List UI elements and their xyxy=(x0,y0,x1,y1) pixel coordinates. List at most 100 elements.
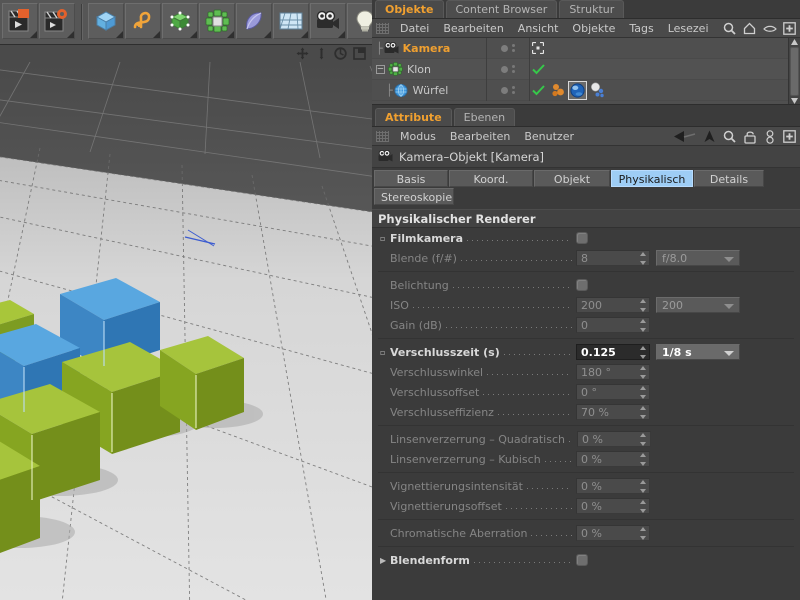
table-row[interactable]: ├ Kamera xyxy=(372,38,800,59)
spinner-icon[interactable] xyxy=(639,346,646,359)
tab-struktur[interactable]: Struktur xyxy=(559,0,625,18)
editor-visibility-dot[interactable] xyxy=(501,86,508,94)
expander-minus-icon[interactable]: – xyxy=(376,64,385,74)
table-row[interactable]: ├ Würfel xyxy=(372,79,800,101)
param-row-gain[interactable]: Gain (dB) 0 xyxy=(372,315,800,335)
tab-details[interactable]: Details xyxy=(694,170,764,187)
param-row-blende[interactable]: Blende (f/#) 8 f/8.0 xyxy=(372,248,800,268)
scrollbar-thumb[interactable] xyxy=(790,47,799,96)
spinner-icon[interactable] xyxy=(639,406,646,419)
menu-lesezeichen[interactable]: Lesezei xyxy=(661,19,716,38)
tab-koord[interactable]: Koord. xyxy=(449,170,533,187)
param-row-linsenverzerrung-kubisch[interactable]: Linsenverzerrung – Kubisch 0 % xyxy=(372,449,800,469)
phong-tag[interactable] xyxy=(588,82,605,99)
spinner-icon[interactable] xyxy=(639,252,646,265)
tab-basis[interactable]: Basis xyxy=(374,170,448,187)
tab-objekt[interactable]: Objekt xyxy=(534,170,610,187)
vignettierungsintensitaet-field[interactable]: 0 % xyxy=(576,478,650,494)
render-visibility-dots[interactable] xyxy=(512,65,515,73)
cube-primitive-button[interactable] xyxy=(88,3,124,39)
menu-tags[interactable]: Tags xyxy=(622,19,660,38)
viewport-panel[interactable] xyxy=(0,45,372,600)
up-arrow-icon[interactable] xyxy=(702,129,717,144)
gain-number-field[interactable]: 0 xyxy=(576,317,650,333)
spinner-icon[interactable] xyxy=(639,480,646,493)
verschlusszeit-dropdown[interactable]: 1/8 s xyxy=(656,344,740,360)
render-visibility-dots[interactable] xyxy=(512,86,515,94)
object-state-icon[interactable] xyxy=(530,42,546,54)
tag-area[interactable] xyxy=(546,59,800,80)
spinner-icon[interactable] xyxy=(639,386,646,399)
object-name-cell[interactable]: – Klon xyxy=(372,62,486,77)
generator-button[interactable] xyxy=(162,3,198,39)
back-arrow-icon[interactable] xyxy=(673,129,697,144)
deformer-button[interactable] xyxy=(236,3,272,39)
viewport-rotate-icon[interactable] xyxy=(333,47,347,61)
tag-area[interactable] xyxy=(546,80,800,101)
home-icon[interactable] xyxy=(742,21,757,36)
add-box-icon[interactable] xyxy=(782,129,797,144)
spinner-icon[interactable] xyxy=(639,366,646,379)
editor-visibility-dot[interactable] xyxy=(501,65,508,73)
object-tree-scrollbar[interactable] xyxy=(788,38,800,105)
menu-benutzer[interactable]: Benutzer xyxy=(517,127,581,146)
param-row-vignettierungsoffset[interactable]: Vignettierungsoffset 0 % xyxy=(372,496,800,516)
spinner-icon[interactable] xyxy=(640,433,647,446)
spinner-icon[interactable] xyxy=(639,527,646,540)
menu-datei[interactable]: Datei xyxy=(393,19,436,38)
linsenverzerrung-quadratisch-field[interactable]: 0 % xyxy=(576,431,651,447)
blendenform-checkbox[interactable] xyxy=(576,554,588,566)
belichtung-checkbox[interactable] xyxy=(576,279,588,291)
menu-objekte[interactable]: Objekte xyxy=(565,19,622,38)
verschlusszeit-number-field[interactable]: 0.125 xyxy=(576,344,650,360)
object-enabled-check-icon[interactable] xyxy=(530,63,546,75)
object-enabled-check-icon[interactable] xyxy=(530,84,546,96)
search-icon[interactable] xyxy=(722,129,737,144)
viewport-maximize-icon[interactable] xyxy=(352,47,366,61)
table-row[interactable]: – Klon xyxy=(372,58,800,80)
material-tag[interactable] xyxy=(568,80,587,100)
viewport-move-icon[interactable] xyxy=(295,47,309,61)
viewport-clone-cubes[interactable] xyxy=(0,62,372,600)
twist-square-icon[interactable]: ▫ xyxy=(380,234,390,243)
param-row-vignettierungsintensitaet[interactable]: Vignettierungsintensität 0 % xyxy=(372,476,800,496)
pin-icon[interactable] xyxy=(762,129,777,144)
param-row-verschlusseffizienz[interactable]: Verschlusseffizienz 70 % xyxy=(372,402,800,422)
render-view-button[interactable] xyxy=(2,3,38,39)
param-row-belichtung[interactable]: Belichtung xyxy=(372,275,800,295)
param-row-linsenverzerrung-quadratisch[interactable]: Linsenverzerrung – Quadratisch 0 % xyxy=(372,429,800,449)
param-row-blendenform[interactable]: ▶ Blendenform xyxy=(372,550,800,570)
visibility-dots[interactable] xyxy=(486,79,530,101)
spinner-icon[interactable] xyxy=(639,299,646,312)
param-row-verschlusszeit[interactable]: ▫ Verschlusszeit (s) 0.125 1/8 s xyxy=(372,342,800,362)
iso-dropdown[interactable]: 200 xyxy=(656,297,740,313)
viewport-scene[interactable] xyxy=(0,62,372,600)
param-row-filmkamera[interactable]: ▫ Filmkamera xyxy=(372,228,800,248)
filmkamera-checkbox[interactable] xyxy=(576,232,588,244)
menu-ansicht[interactable]: Ansicht xyxy=(511,19,566,38)
twist-triangle-icon[interactable]: ▶ xyxy=(380,556,390,565)
visibility-dots[interactable] xyxy=(486,58,530,80)
param-row-iso[interactable]: ISO 200 200 xyxy=(372,295,800,315)
verschlusswinkel-number-field[interactable]: 180 ° xyxy=(576,364,650,380)
scroll-down-arrow-icon[interactable] xyxy=(790,97,799,105)
tab-objekte[interactable]: Objekte xyxy=(375,0,444,18)
menu-bearbeiten[interactable]: Bearbeiten xyxy=(443,127,517,146)
scene-object-button[interactable] xyxy=(273,3,309,39)
spline-button[interactable] xyxy=(125,3,161,39)
tab-attribute[interactable]: Attribute xyxy=(375,108,452,126)
editor-visibility-dot[interactable] xyxy=(501,44,508,52)
menu-modus[interactable]: Modus xyxy=(393,127,443,146)
param-row-chromatische-aberration[interactable]: Chromatische Aberration 0 % xyxy=(372,523,800,543)
scroll-up-arrow-icon[interactable] xyxy=(790,38,799,46)
param-row-verschlussoffset[interactable]: Verschlussoffset 0 ° xyxy=(372,382,800,402)
object-name-cell[interactable]: ├ Kamera xyxy=(372,41,486,56)
twist-square-icon[interactable]: ▫ xyxy=(380,348,390,357)
spinner-icon[interactable] xyxy=(639,319,646,332)
mograph-tag[interactable] xyxy=(550,82,567,99)
tab-physikalisch[interactable]: Physikalisch xyxy=(611,170,693,187)
visibility-dots[interactable] xyxy=(486,38,530,59)
viewport-zoom-icon[interactable] xyxy=(314,47,328,61)
camera-button[interactable] xyxy=(310,3,346,39)
verschlusseffizienz-number-field[interactable]: 70 % xyxy=(576,404,650,420)
